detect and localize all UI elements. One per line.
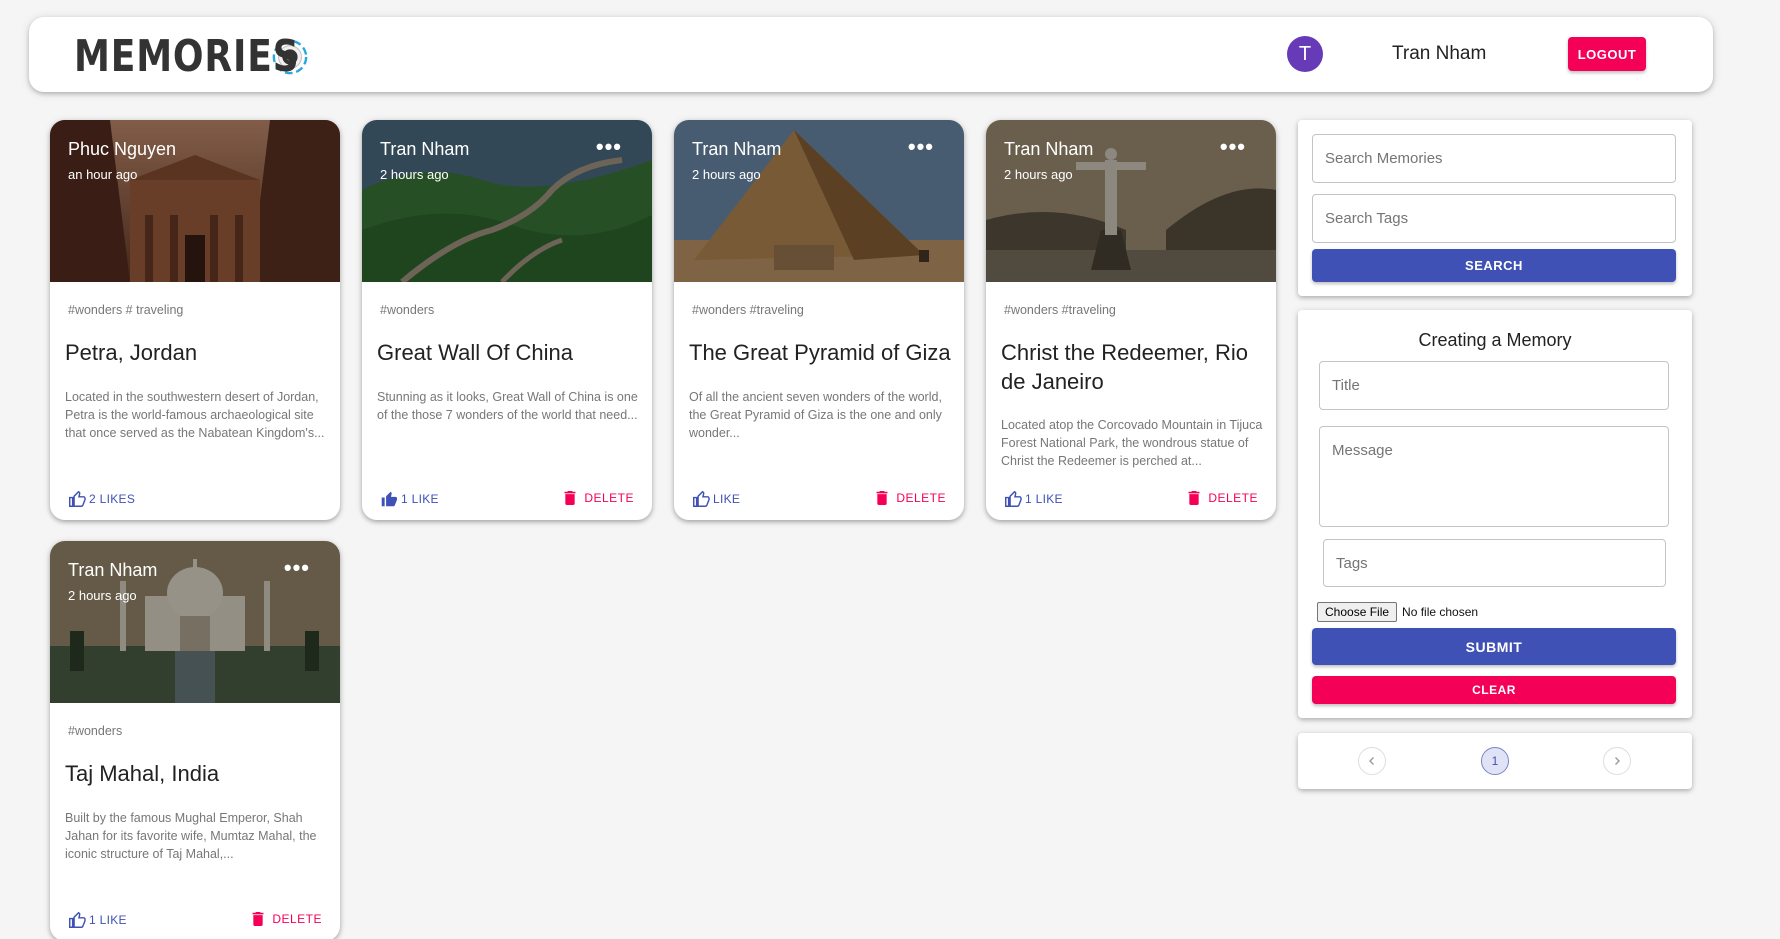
like-label: LIKE: [713, 492, 741, 506]
trash-icon: [876, 491, 888, 505]
post-time: an hour ago: [68, 167, 138, 182]
like-label: 1 LIKE: [401, 492, 439, 506]
post-card: Tran Nham 2 hours ago ••• #wonders #trav…: [986, 120, 1276, 520]
trash-icon: [1188, 491, 1200, 505]
post-author: Tran Nham: [692, 139, 782, 159]
post-card: Phuc Nguyen an hour ago #wonders # trave…: [50, 120, 340, 520]
search-tags-input[interactable]: [1312, 194, 1676, 243]
post-time: 2 hours ago: [380, 167, 449, 182]
more-horizontal-icon[interactable]: •••: [908, 136, 934, 158]
post-time: 2 hours ago: [68, 588, 137, 603]
like-label: 1 LIKE: [89, 913, 127, 927]
post-title: Great Wall Of China: [377, 340, 574, 365]
post-author: Tran Nham: [380, 139, 470, 159]
post-author: Phuc Nguyen: [68, 139, 177, 159]
delete-label: DELETE: [896, 491, 946, 505]
post-title: Petra, Jordan: [65, 340, 198, 365]
post-card: Tran Nham 2 hours ago ••• #wonders Taj M…: [50, 541, 340, 939]
like-label: 2 LIKES: [89, 492, 136, 506]
more-horizontal-icon[interactable]: •••: [1220, 136, 1246, 158]
post-message: Stunning as it looks, Great Wall of Chin…: [377, 390, 638, 422]
thumb-up-icon: [381, 491, 397, 507]
trash-icon: [564, 491, 576, 505]
delete-button[interactable]: DELETE: [564, 491, 634, 505]
thumb-up-icon: [1005, 491, 1022, 507]
delete-label: DELETE: [1208, 491, 1258, 505]
like-button[interactable]: LIKE: [692, 491, 740, 507]
user-name: Tran Nham: [1392, 43, 1487, 64]
post-title: Taj Mahal, India: [65, 761, 220, 786]
post-time: 2 hours ago: [1004, 167, 1073, 182]
post-tags: #wonders # traveling: [68, 303, 184, 317]
like-label: 1 LIKE: [1025, 492, 1063, 506]
logout-button[interactable]: LOGOUT: [1568, 37, 1646, 71]
avatar[interactable]: T: [1287, 36, 1323, 72]
form-heading: Creating a Memory: [1418, 330, 1572, 350]
thumb-up-icon: [69, 912, 86, 928]
choose-file-button[interactable]: Choose File: [1317, 602, 1398, 622]
thumb-up-icon: [69, 491, 86, 507]
file-input[interactable]: Choose File No file chosen: [1317, 602, 1478, 622]
delete-button[interactable]: DELETE: [1188, 491, 1258, 505]
post-message: Of all the ancient seven wonders of the …: [689, 390, 942, 440]
brand-title: MEMORIES: [74, 31, 300, 82]
post-card: Tran Nham 2 hours ago ••• #wonders #trav…: [674, 120, 964, 520]
thumb-up-icon: [693, 491, 710, 507]
search-memories-input[interactable]: [1312, 134, 1676, 183]
create-memory-form: Creating a Memory Choose File No file ch…: [1298, 310, 1692, 718]
post-time: 2 hours ago: [692, 167, 761, 182]
brand[interactable]: MEMORIES: [74, 31, 309, 82]
post-title: The Great Pyramid of Giza: [689, 340, 951, 365]
more-horizontal-icon[interactable]: •••: [284, 557, 310, 579]
page-1-button[interactable]: 1: [1481, 747, 1509, 775]
file-status: No file chosen: [1402, 605, 1479, 619]
search-panel: SEARCH: [1298, 120, 1692, 296]
tags-input[interactable]: [1323, 539, 1666, 587]
pagination: 1: [1298, 733, 1692, 789]
submit-button[interactable]: SUBMIT: [1312, 628, 1676, 665]
post-message: Built by the famous Mughal Emperor, Shah…: [65, 811, 317, 861]
post-author: Tran Nham: [1004, 139, 1094, 159]
delete-button[interactable]: DELETE: [252, 912, 322, 926]
post-tags: #wonders #traveling: [692, 303, 804, 317]
message-textarea[interactable]: [1319, 426, 1669, 527]
post-message: Located in the southwestern desert of Jo…: [65, 390, 325, 440]
like-button[interactable]: 2 LIKES: [68, 491, 135, 507]
delete-label: DELETE: [272, 912, 322, 926]
delete-button[interactable]: DELETE: [876, 491, 946, 505]
post-title: Christ the Redeemer, Rio de Janeiro: [1001, 340, 1248, 394]
post-tags: #wonders: [380, 303, 435, 317]
post-tags: #wonders: [68, 724, 123, 738]
chevron-right-icon[interactable]: [1603, 747, 1631, 775]
search-button[interactable]: SEARCH: [1312, 249, 1676, 282]
chevron-left-icon[interactable]: [1358, 747, 1386, 775]
app-bar: MEMORIES T Tran Nham LOGOUT: [29, 17, 1713, 92]
like-button[interactable]: 1 LIKE: [68, 912, 127, 928]
delete-label: DELETE: [584, 491, 634, 505]
post-card: Tran Nham 2 hours ago ••• #wonders Great…: [362, 120, 652, 520]
like-button[interactable]: 1 LIKE: [1004, 491, 1063, 507]
more-horizontal-icon[interactable]: •••: [596, 136, 622, 158]
title-input[interactable]: [1319, 361, 1669, 410]
clear-button[interactable]: CLEAR: [1312, 676, 1676, 704]
post-author: Tran Nham: [68, 560, 158, 580]
trash-icon: [252, 912, 264, 926]
post-tags: #wonders #traveling: [1004, 303, 1116, 317]
post-message: Located atop the Corcovado Mountain in T…: [1001, 418, 1263, 468]
like-button[interactable]: 1 LIKE: [380, 491, 439, 507]
